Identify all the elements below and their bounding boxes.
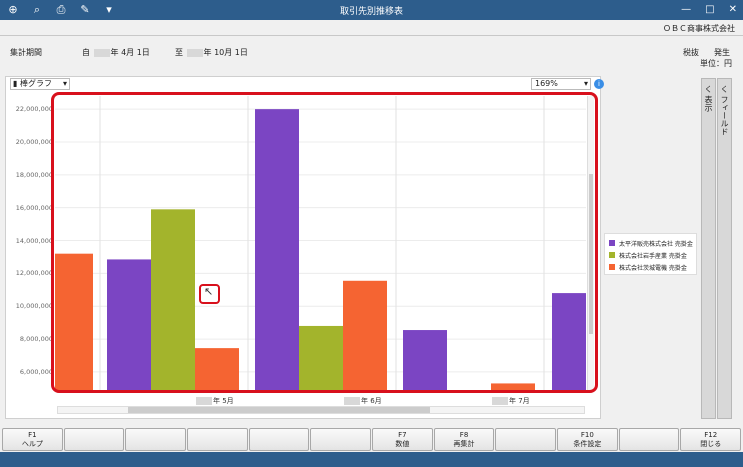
legend-label: 株式会社岩手産業 売掛金	[619, 252, 687, 260]
y-tick-label: 8,000,000	[19, 335, 53, 344]
y-tick-label: 20,000,000	[15, 137, 53, 146]
title-bar: ⊕ ⌕ ⎙ ✎ ▾ 取引先別推移表 — □ ✕	[0, 0, 743, 20]
function-key-9[interactable]	[495, 428, 557, 451]
bar-chart-icon: ▮	[13, 79, 18, 88]
redacted-year	[93, 48, 110, 57]
chevron-down-icon: ▾	[62, 79, 67, 88]
unit-label: 単位：円	[700, 59, 732, 68]
function-key-4[interactable]	[187, 428, 248, 451]
y-tick-label: 14,000,000	[15, 236, 53, 245]
legend-item: 太平洋販売株式会社 売掛金	[609, 237, 693, 249]
field-panel-tab[interactable]: く フィールド	[717, 78, 732, 419]
x-tick-label: 年 7月	[491, 396, 530, 406]
function-key-6[interactable]	[310, 428, 372, 451]
y-tick-label: 10,000,000	[15, 302, 53, 311]
y-tick-label: 18,000,000	[15, 170, 53, 179]
x-tick-text: 年 5月	[213, 397, 234, 405]
to-prefix: 至	[175, 48, 183, 57]
company-name: ＯＢＣ商事株式会社	[663, 24, 735, 33]
function-key-code: F8	[459, 431, 469, 439]
function-key-5[interactable]	[248, 428, 310, 451]
legend-item: 株式会社茨城電機 売掛金	[609, 261, 692, 273]
horizontal-scroll-thumb[interactable]	[128, 407, 430, 413]
period-to: 至 年 10月 1日	[175, 47, 248, 58]
display-panel-tab[interactable]: く 表示	[701, 78, 716, 419]
cursor-highlight: ↖	[199, 284, 220, 304]
chart-type-label: 棒グラフ	[19, 79, 52, 88]
close-icon[interactable]: ✕	[729, 2, 737, 18]
legend-label: 太平洋販売株式会社 売掛金	[619, 240, 693, 248]
function-key-label: 条件設定	[573, 440, 602, 448]
from-date: 年 4月 1日	[110, 48, 150, 57]
maximize-icon[interactable]: □	[705, 2, 714, 18]
function-key-bar: F1 ヘルプ F7 数値 F8 再集計 F10 条件設定 F12 閉じる	[0, 428, 743, 452]
y-tick-label: 12,000,000	[15, 269, 53, 278]
zoom-value: 169%	[535, 79, 558, 88]
legend-swatch	[609, 264, 615, 270]
y-tick-label: 22,000,000	[15, 105, 53, 114]
function-key-8[interactable]: F8 再集計	[433, 428, 495, 451]
legend-swatch	[609, 252, 615, 258]
zoom-select[interactable]: 169% ▾	[531, 78, 591, 90]
status-bar	[0, 452, 743, 467]
legend-swatch	[609, 240, 615, 246]
function-key-3[interactable]	[125, 428, 187, 451]
function-key-code: F7	[398, 431, 407, 439]
x-tick-text: 年 6月	[361, 397, 382, 405]
display-panel-label: く 表示	[704, 85, 713, 112]
tax-mode: 税抜	[683, 48, 699, 57]
window-title: 取引先別推移表	[339, 7, 403, 17]
redacted-year	[196, 397, 212, 405]
function-key-code: F1	[28, 431, 37, 439]
redacted-year	[186, 48, 203, 57]
legend-label: 株式会社茨城電機 売掛金	[619, 264, 687, 272]
x-tick-label: 年 5月	[195, 396, 234, 406]
report-header: 集計期間 自 年 4月 1日 至 年 10月 1日 税抜 発生 単位：円	[0, 35, 743, 75]
redacted-year	[492, 397, 508, 405]
function-key-label: 数値	[395, 440, 410, 448]
function-key-1[interactable]: F1 ヘルプ	[2, 428, 63, 451]
chart-legend: 太平洋販売株式会社 売掛金 株式会社岩手産業 売掛金 株式会社茨城電機 売掛金	[604, 233, 697, 275]
function-key-10[interactable]: F10 条件設定	[557, 428, 618, 451]
x-tick-text: 年 7月	[509, 397, 530, 405]
window-controls: — □ ✕	[681, 2, 737, 18]
chart-horizontal-scrollbar[interactable]	[57, 406, 585, 414]
redacted-year	[344, 397, 360, 405]
chart-type-select[interactable]: ▮ 棒グラフ ▾	[10, 78, 70, 90]
legend-item: 株式会社岩手産業 売掛金	[609, 249, 692, 261]
info-icon[interactable]: i	[594, 79, 604, 89]
minimize-icon[interactable]: —	[681, 2, 691, 18]
to-date: 年 10月 1日	[203, 48, 248, 57]
function-key-7[interactable]: F7 数値	[372, 428, 433, 451]
function-key-2[interactable]	[63, 428, 125, 451]
function-key-code: F12	[704, 431, 718, 439]
x-tick-label: 年 6月	[343, 396, 382, 406]
mouse-pointer-icon: ↖	[204, 285, 214, 298]
function-key-11[interactable]	[618, 428, 680, 451]
function-key-label: ヘルプ	[21, 440, 43, 448]
chart-highlight-frame	[51, 92, 598, 393]
y-tick-label: 16,000,000	[15, 203, 53, 212]
function-key-label: 再集計	[453, 440, 475, 448]
period-from: 自 年 4月 1日	[82, 47, 150, 58]
function-key-12[interactable]: F12 閉じる	[680, 428, 742, 451]
from-prefix: 自	[82, 48, 90, 57]
function-key-code: F10	[580, 431, 594, 439]
period-label: 集計期間	[10, 48, 42, 57]
amount-mode: 発生	[714, 48, 730, 57]
y-tick-label: 6,000,000	[19, 367, 53, 376]
chevron-down-icon: ▾	[583, 79, 588, 88]
field-panel-label: く フィールド	[720, 85, 729, 136]
function-key-label: 閉じる	[700, 440, 722, 448]
